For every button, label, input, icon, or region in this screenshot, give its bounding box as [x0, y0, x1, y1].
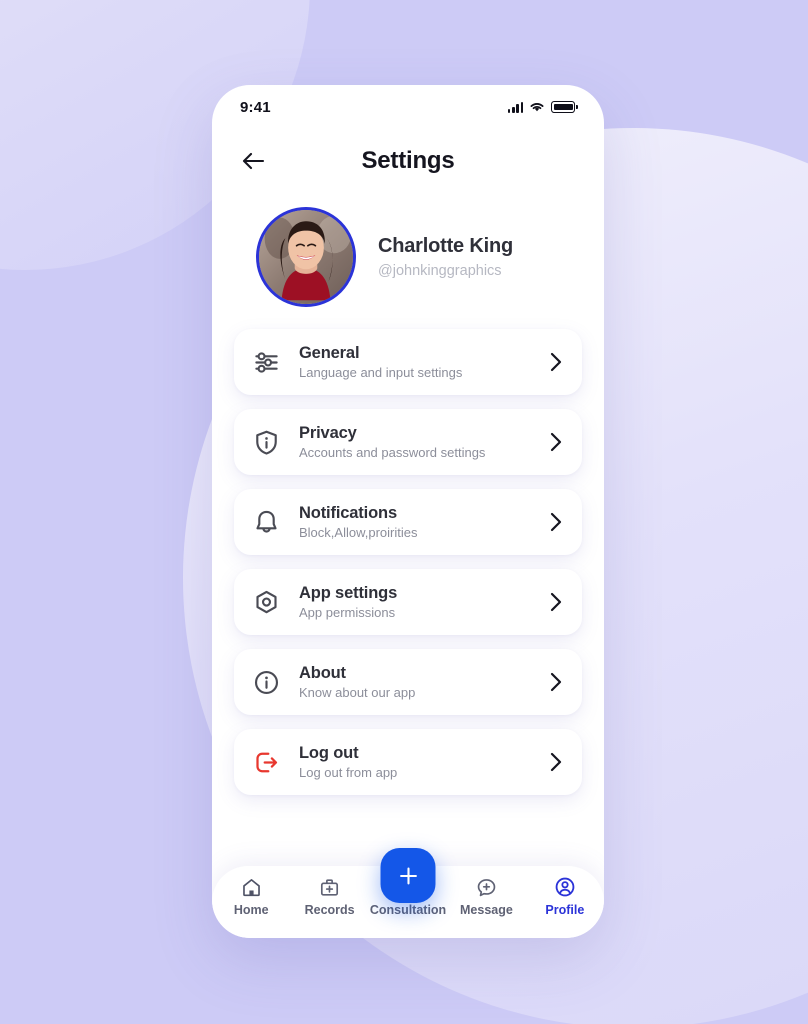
settings-item-subtitle: Log out from app — [299, 765, 398, 780]
nav-item-records[interactable]: Records — [290, 876, 368, 917]
arrow-left-icon — [242, 152, 265, 170]
status-time: 9:41 — [240, 98, 271, 116]
signal-bars-icon — [507, 101, 524, 113]
info-circle-icon — [251, 667, 282, 698]
status-bar: 9:41 — [212, 85, 604, 129]
settings-item-title: Notifications — [299, 504, 397, 522]
medical-bag-icon — [319, 876, 340, 898]
hexagon-gear-icon — [251, 587, 282, 618]
app-header: Settings — [212, 129, 604, 193]
profile-name: Charlotte King — [378, 235, 513, 257]
phone-frame: 9:41 Settings Charlotte King @johnkinggr… — [212, 85, 604, 938]
settings-item-title: Privacy — [299, 424, 357, 442]
chevron-right-icon — [548, 592, 564, 612]
settings-item-privacy[interactable]: Privacy Accounts and password settings — [234, 409, 582, 475]
nav-label: Records — [304, 903, 355, 917]
settings-item-app-settings[interactable]: App settings App permissions — [234, 569, 582, 635]
nav-label: Consultation — [369, 903, 447, 917]
settings-item-title: About — [299, 664, 346, 682]
wifi-icon — [530, 103, 544, 112]
profile-section[interactable]: Charlotte King @johnkinggraphics — [212, 193, 604, 329]
nav-label: Home — [233, 903, 269, 917]
logout-icon — [251, 747, 282, 778]
back-button[interactable] — [238, 146, 268, 176]
settings-item-about[interactable]: About Know about our app — [234, 649, 582, 715]
nav-label: Message — [460, 903, 513, 917]
user-avatar-photo — [259, 210, 353, 304]
settings-item-title: Log out — [299, 744, 359, 762]
avatar[interactable] — [256, 207, 356, 307]
nav-label: Profile — [545, 903, 585, 917]
nav-item-message[interactable]: Message — [447, 876, 525, 917]
chat-plus-icon — [476, 876, 497, 898]
battery-full-icon — [551, 101, 578, 113]
settings-item-subtitle: Know about our app — [299, 685, 416, 700]
settings-item-subtitle: Language and input settings — [299, 365, 463, 380]
chevron-right-icon — [548, 752, 564, 772]
user-circle-icon — [554, 876, 576, 898]
sliders-icon — [251, 347, 282, 378]
chevron-right-icon — [548, 512, 564, 532]
chevron-right-icon — [548, 432, 564, 452]
page-title: Settings — [361, 147, 455, 174]
add-button-fab[interactable] — [380, 848, 436, 903]
status-icons — [507, 101, 578, 113]
settings-item-title: App settings — [299, 584, 398, 602]
chevron-right-icon — [548, 352, 564, 372]
bell-icon — [251, 507, 282, 538]
home-icon — [241, 876, 262, 898]
settings-item-notifications[interactable]: Notifications Block,Allow,proirities — [234, 489, 582, 555]
plus-icon — [399, 867, 417, 884]
profile-handle: @johnkinggraphics — [378, 263, 502, 279]
settings-item-general[interactable]: General Language and input settings — [234, 329, 582, 395]
settings-item-subtitle: Block,Allow,proirities — [299, 525, 418, 540]
shield-info-icon — [251, 427, 282, 458]
settings-list: General Language and input settings Priv… — [212, 329, 604, 795]
nav-item-home[interactable]: Home — [212, 876, 290, 917]
chevron-right-icon — [548, 672, 564, 692]
settings-item-subtitle: App permissions — [299, 605, 396, 620]
settings-item-title: General — [299, 344, 360, 362]
nav-item-profile[interactable]: Profile — [526, 876, 604, 917]
settings-item-log-out[interactable]: Log out Log out from app — [234, 729, 582, 795]
settings-item-subtitle: Accounts and password settings — [299, 445, 486, 460]
bottom-navigation-wrapper: Home Records Consultation Message Profil… — [212, 848, 604, 938]
